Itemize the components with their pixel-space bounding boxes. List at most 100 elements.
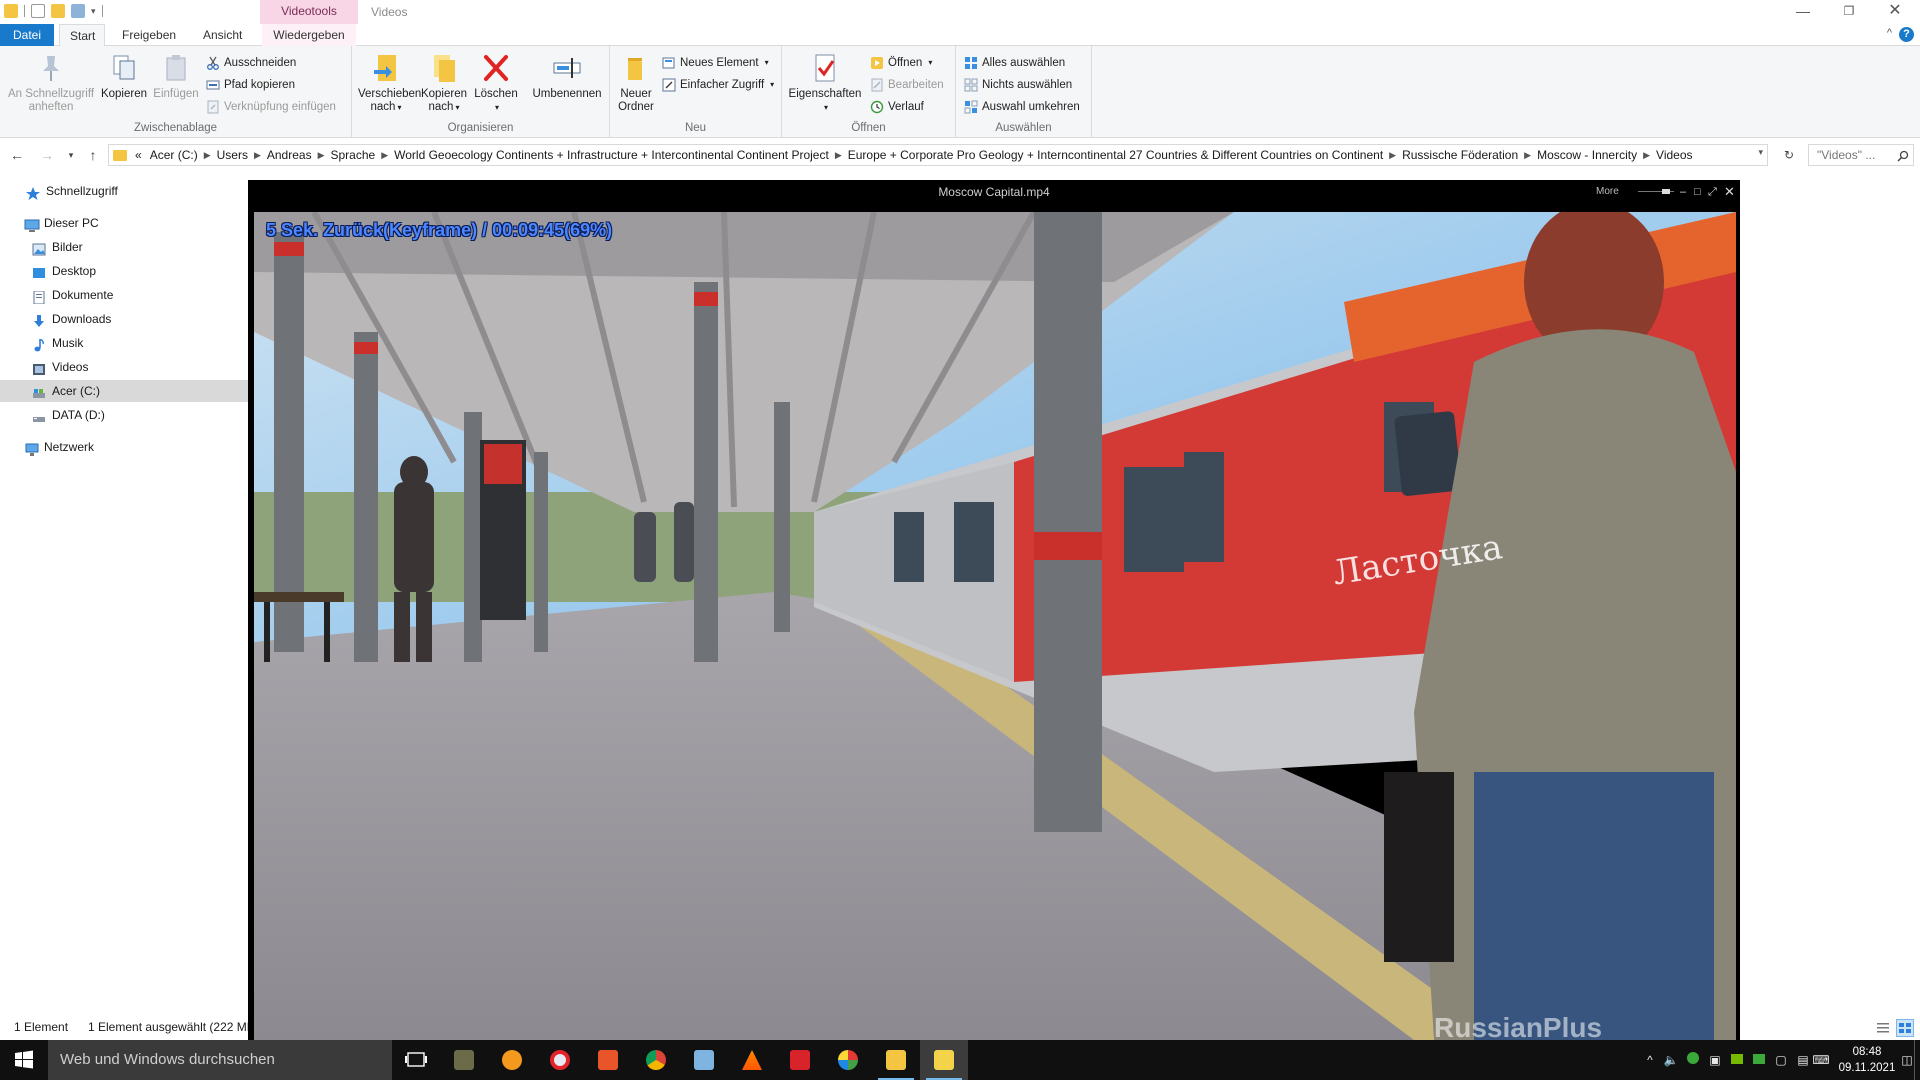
player-close-button[interactable]: ✕ (1724, 180, 1735, 204)
tab-view[interactable]: Ansicht (193, 24, 252, 46)
display-tray-icon[interactable] (1748, 1040, 1770, 1080)
address-bar[interactable]: « Acer (C:) ▶ Users ▶ Andreas ▶ Sprache ▶ World … (108, 144, 1768, 166)
nav-quick-access[interactable]: Schnellzugriff (0, 180, 248, 202)
breadcrumb-item[interactable]: World Geoecology Continents + Infrastruc… (388, 148, 835, 162)
breadcrumb-chevron-icon[interactable]: ▶ (1643, 150, 1650, 161)
taskbar-clock[interactable]: 08:48 09.11.2021 (1832, 1044, 1902, 1076)
nav-desktop[interactable]: Desktop (0, 260, 248, 282)
back-button[interactable]: ← (6, 144, 28, 166)
start-button[interactable] (0, 1040, 48, 1080)
volume-icon[interactable]: 🔈 (1660, 1040, 1682, 1080)
up-button[interactable]: ↑ (82, 144, 104, 166)
breadcrumb-overflow[interactable]: « (133, 148, 144, 162)
properties-button[interactable]: Eigenschaften ▾ (786, 52, 864, 114)
history-button[interactable]: Verlauf (870, 98, 924, 116)
nav-drive-c[interactable]: Acer (C:) (0, 380, 248, 402)
edit-button[interactable]: Bearbeiten (870, 76, 944, 94)
customize-qat-icon[interactable]: ▾ (91, 6, 96, 17)
player-volume-slider[interactable] (1636, 180, 1676, 204)
breadcrumb-item[interactable]: Acer (C:) (144, 148, 204, 162)
easy-access-button[interactable]: Einfacher Zugriff ▾ (662, 76, 774, 94)
open-button[interactable]: Öffnen ▾ (870, 54, 932, 72)
breadcrumb-item[interactable]: Russische Föderation (1396, 148, 1524, 162)
nvidia-tray-icon[interactable] (1726, 1040, 1748, 1080)
pin-quick-access-button[interactable]: An Schnellzugriff anheften (6, 52, 96, 114)
restore-button[interactable]: ❐ (1826, 0, 1872, 24)
taskbar-app-picasa[interactable] (824, 1040, 872, 1080)
breadcrumb-chevron-icon[interactable]: ▶ (1389, 150, 1396, 161)
rename-button[interactable]: Umbenennen (532, 52, 602, 101)
keyboard-icon[interactable]: ⌨ (1810, 1040, 1832, 1080)
player-fullscreen-button[interactable]: ⤢ (1708, 180, 1717, 204)
new-item-button[interactable]: Neues Element ▾ (662, 54, 769, 72)
refresh-button[interactable]: ↻ (1778, 144, 1800, 166)
breadcrumb-chevron-icon[interactable]: ▶ (381, 150, 388, 161)
tab-file[interactable]: Datei (0, 24, 54, 46)
breadcrumb-chevron-icon[interactable]: ▶ (318, 150, 325, 161)
copy-path-button[interactable]: Pfad kopieren (206, 76, 295, 94)
player-minimize-button[interactable]: – (1680, 180, 1686, 204)
taskbar-app-antivirus[interactable] (776, 1040, 824, 1080)
breadcrumb-item[interactable]: Andreas (261, 148, 318, 162)
nav-downloads[interactable]: Downloads (0, 308, 248, 330)
breadcrumb-item[interactable]: Videos (1650, 148, 1698, 162)
show-desktop-button[interactable] (1914, 1040, 1920, 1080)
taskbar-app-file-explorer[interactable] (872, 1040, 920, 1080)
select-none-button[interactable]: Nichts auswählen (964, 76, 1072, 94)
nav-music[interactable]: Musik (0, 332, 248, 354)
breadcrumb-chevron-icon[interactable]: ▶ (204, 150, 211, 161)
chat-tray-icon[interactable]: ▢ (1770, 1040, 1792, 1080)
tray-overflow-icon[interactable]: ^ (1640, 1040, 1660, 1080)
tab-play[interactable]: Wiedergeben (262, 24, 356, 46)
close-button[interactable]: ✕ (1872, 0, 1918, 24)
nav-network[interactable]: Netzwerk (0, 436, 248, 458)
network-tray-icon[interactable]: ▣ (1704, 1040, 1726, 1080)
nav-drive-d[interactable]: DATA (D:) (0, 404, 248, 426)
taskbar-app-media-player[interactable] (920, 1040, 968, 1080)
taskbar-app-monitor[interactable] (680, 1040, 728, 1080)
search-input[interactable]: "Videos" ... (1808, 144, 1914, 166)
taskbar-search-input[interactable]: Web und Windows durchsuchen (48, 1040, 392, 1080)
rename-icon[interactable] (71, 4, 85, 18)
taskbar-app-vlc[interactable] (728, 1040, 776, 1080)
paste-shortcut-button[interactable]: Verknüpfung einfügen (206, 98, 336, 116)
select-all-button[interactable]: Alles auswählen (964, 54, 1065, 72)
copy-button[interactable]: Kopieren (98, 52, 150, 101)
tab-start[interactable]: Start (59, 24, 105, 46)
breadcrumb-item[interactable]: Moscow - Innercity (1531, 148, 1643, 162)
breadcrumb-item[interactable]: Sprache (325, 148, 382, 162)
player-maximize-button[interactable]: □ (1694, 180, 1701, 204)
nav-documents[interactable]: Dokumente (0, 284, 248, 306)
taskbar-app-camera[interactable] (440, 1040, 488, 1080)
address-history-dropdown[interactable]: ▾ (1758, 147, 1763, 158)
help-icon[interactable]: ? (1899, 27, 1914, 42)
breadcrumb-item[interactable]: Users (211, 148, 254, 162)
large-icons-view-icon[interactable] (1896, 1019, 1914, 1037)
action-center-icon[interactable]: ◫ (1900, 1040, 1914, 1080)
minimize-button[interactable]: — (1780, 0, 1826, 24)
new-folder-button[interactable]: Neuer Ordner (614, 52, 658, 114)
paste-button[interactable]: Einfügen (150, 52, 202, 101)
forward-button[interactable]: → (36, 144, 58, 166)
breadcrumb-item[interactable]: Europe + Corporate Pro Geology + Internc… (842, 148, 1389, 162)
recent-locations-button[interactable]: ▾ (60, 144, 82, 166)
nav-this-pc[interactable]: Dieser PC (0, 212, 248, 234)
task-view-button[interactable] (392, 1040, 440, 1080)
cut-button[interactable]: Ausschneiden (206, 54, 296, 72)
delete-button[interactable]: Löschen ▾ (474, 52, 518, 114)
breadcrumb-chevron-icon[interactable]: ▶ (1524, 150, 1531, 161)
properties-icon[interactable] (31, 4, 45, 18)
taskbar-app-opera[interactable] (536, 1040, 584, 1080)
taskbar-app-chrome[interactable] (632, 1040, 680, 1080)
video-frame[interactable]: Ласточка 5 Sek. Zurück(Keyframe) / 00:09… (254, 212, 1736, 1040)
move-to-button[interactable]: Verschieben nach ▾ (358, 52, 421, 114)
details-view-icon[interactable] (1874, 1019, 1892, 1037)
taskbar-app-firefox[interactable] (488, 1040, 536, 1080)
security-shield-icon[interactable] (1682, 1040, 1704, 1080)
ribbon-collapse-icon[interactable]: ^ (1887, 27, 1892, 39)
breadcrumb-chevron-icon[interactable]: ▶ (835, 150, 842, 161)
nav-pictures[interactable]: Bilder (0, 236, 248, 258)
taskbar-app-office[interactable] (584, 1040, 632, 1080)
invert-selection-button[interactable]: Auswahl umkehren (964, 98, 1080, 116)
tab-share[interactable]: Freigeben (112, 24, 186, 46)
